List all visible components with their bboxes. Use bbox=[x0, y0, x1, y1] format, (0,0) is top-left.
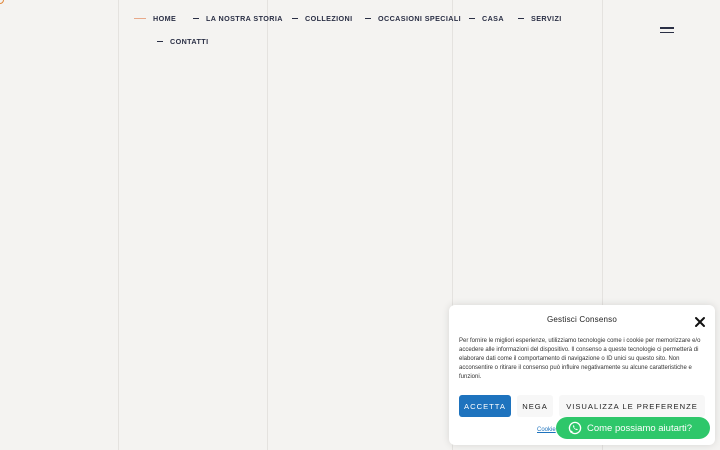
nav-item-label: OCCASIONI SPECIALI bbox=[378, 14, 462, 23]
close-icon[interactable] bbox=[694, 315, 706, 327]
cookie-policy-link[interactable]: Cookie bbox=[537, 427, 556, 433]
nav-item-label: COLLEZIONI bbox=[305, 14, 353, 23]
nav-item-label: CASA bbox=[482, 14, 504, 23]
consent-text: Per fornire le migliori esperienze, util… bbox=[459, 338, 701, 381]
nav-item-casa[interactable]: CASA bbox=[469, 14, 504, 23]
whatsapp-label: Come possiamo aiutarti? bbox=[587, 422, 693, 434]
nav-item-label: LA NOSTRA STORIA bbox=[206, 14, 283, 23]
nav-dash bbox=[469, 18, 475, 19]
view-preferences-button[interactable]: VISUALIZZA LE PREFERENZE bbox=[559, 395, 705, 417]
nav-item-occasioni-speciali[interactable]: OCCASIONI SPECIALI bbox=[365, 14, 461, 23]
grid-line bbox=[118, 0, 119, 450]
hamburger-menu-icon[interactable] bbox=[660, 26, 674, 34]
consent-title: Gestisci Consenso bbox=[546, 315, 618, 324]
nav-item-label: HOME bbox=[153, 14, 177, 23]
nav-dash bbox=[365, 18, 371, 19]
nav-dash bbox=[292, 18, 298, 19]
accept-button[interactable]: ACCETTA bbox=[459, 395, 511, 417]
corner-logo-mark bbox=[0, 0, 4, 4]
nav-item-collezioni[interactable]: COLLEZIONI bbox=[292, 14, 353, 23]
page: HOME LA NOSTRA STORIA COLLEZIONI OCCASIO… bbox=[0, 0, 720, 450]
nav-item-la-nostra-storia[interactable]: LA NOSTRA STORIA bbox=[193, 14, 283, 23]
deny-button[interactable]: NEGA bbox=[517, 395, 553, 417]
nav-dash bbox=[157, 41, 163, 42]
hamburger-bar bbox=[660, 31, 674, 33]
whatsapp-icon bbox=[568, 421, 582, 435]
nav-dash bbox=[193, 18, 199, 19]
nav-item-contatti[interactable]: CONTATTI bbox=[157, 37, 208, 46]
nav-item-home[interactable]: HOME bbox=[134, 14, 176, 23]
nav-item-servizi[interactable]: SERVIZI bbox=[518, 14, 562, 23]
close-icon-glyph bbox=[695, 317, 705, 327]
whatsapp-chat-button[interactable]: Come possiamo aiutarti? bbox=[556, 417, 710, 439]
grid-line bbox=[267, 0, 268, 450]
nav-item-label: CONTATTI bbox=[170, 37, 209, 46]
nav-dash bbox=[518, 18, 524, 19]
hamburger-bar bbox=[660, 27, 674, 29]
nav-item-label: SERVIZI bbox=[531, 14, 562, 23]
nav-active-indicator bbox=[134, 18, 146, 19]
